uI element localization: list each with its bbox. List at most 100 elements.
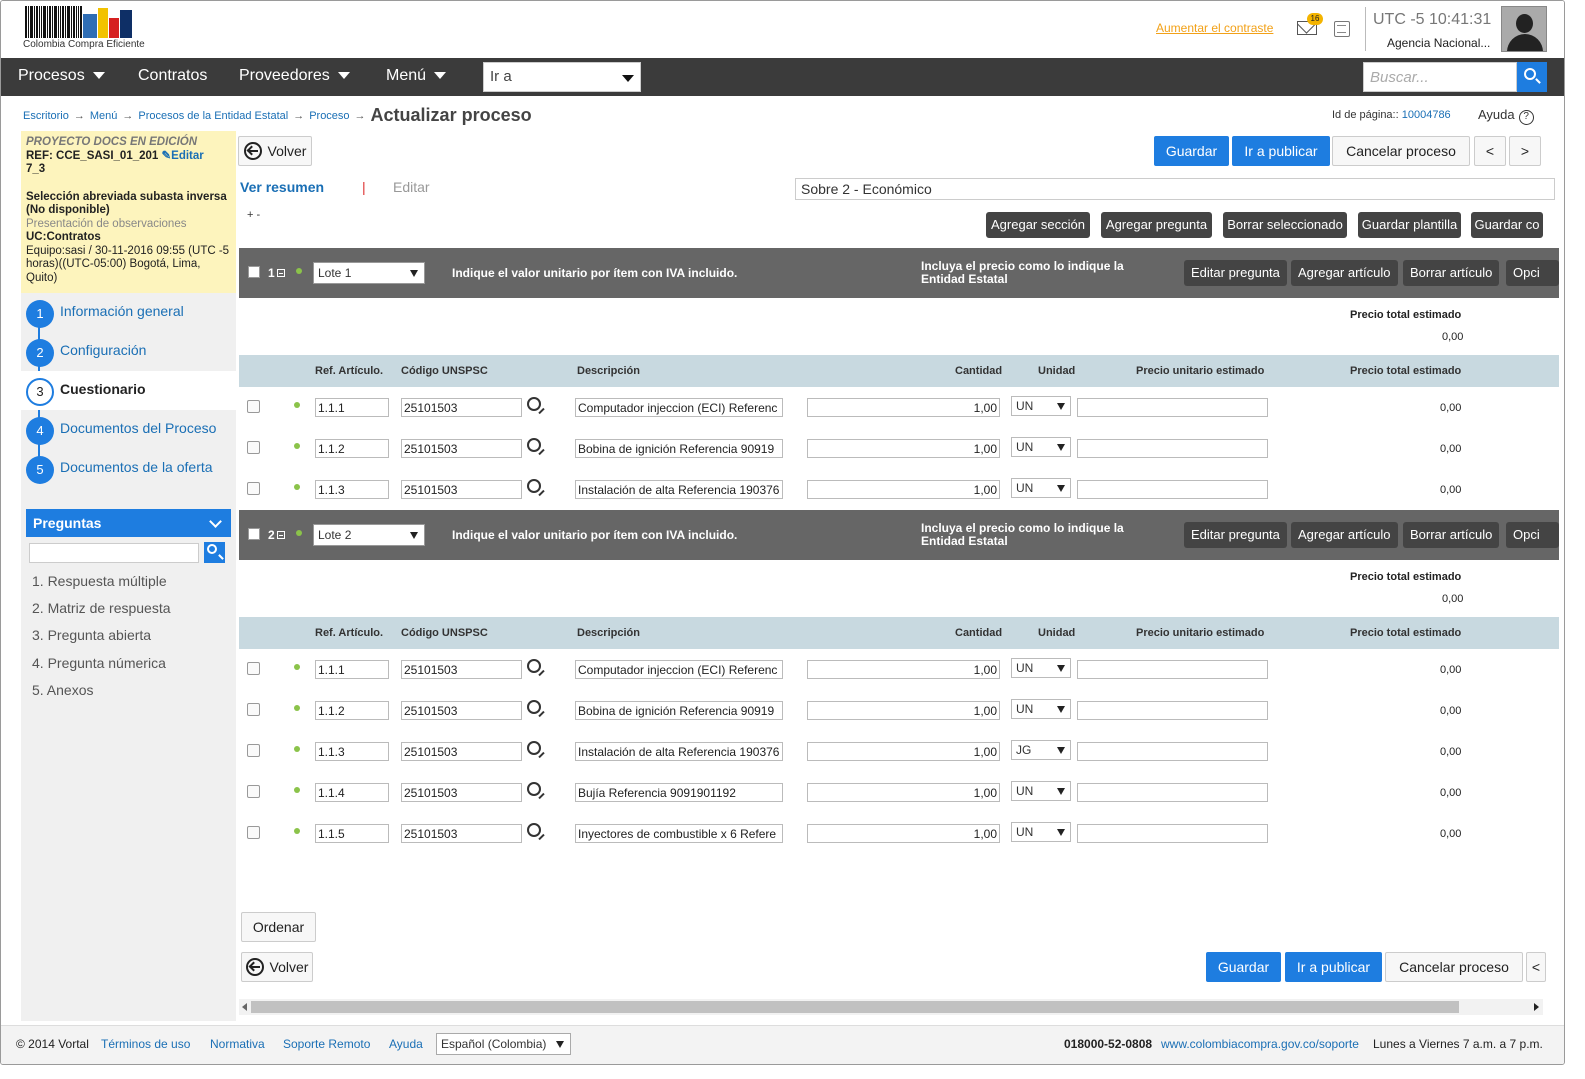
quantity-field[interactable]: 1,00 (807, 783, 1000, 802)
unit-select[interactable]: JG (1011, 740, 1071, 760)
breadcrumb-menu[interactable]: Menú (90, 110, 118, 122)
unit-price-field[interactable] (1077, 660, 1268, 679)
unit-price-field[interactable] (1077, 824, 1268, 843)
unit-price-field[interactable] (1077, 398, 1268, 417)
save-button[interactable]: Guardar (1154, 136, 1229, 166)
support-url-link[interactable]: www.colombiacompra.gov.co/soporte (1161, 1037, 1359, 1051)
lot-number[interactable]: 2 (268, 528, 285, 542)
agency-name[interactable]: Agencia Nacional... (1387, 36, 1490, 50)
tab-edit[interactable]: Editar (393, 179, 430, 195)
edit-question-button[interactable]: Editar pregunta (1184, 522, 1287, 548)
row-checkbox[interactable] (247, 785, 260, 798)
row-checkbox[interactable] (247, 400, 260, 413)
unspsc-code-field[interactable]: 25101503 (401, 742, 522, 761)
description-field[interactable]: Instalación de alta Referencia 190376 (575, 480, 783, 499)
scrollbar-thumb[interactable] (251, 1001, 1459, 1013)
horizontal-scrollbar[interactable] (239, 999, 1543, 1015)
delete-item-button[interactable]: Borrar artículo (1403, 522, 1500, 548)
lot-select[interactable]: Lote 1 (313, 262, 425, 284)
language-select[interactable]: Español (Colombia) (436, 1033, 571, 1055)
questions-search-input[interactable] (29, 543, 199, 563)
goto-select[interactable]: Ir a (483, 62, 641, 92)
lot-checkbox[interactable] (248, 528, 260, 540)
description-field[interactable]: Bobina de ignición Referencia 90919 (575, 439, 783, 458)
unit-select[interactable]: UN (1011, 478, 1071, 498)
scroll-right-icon[interactable] (1534, 1003, 1539, 1011)
unspsc-code-field[interactable]: 25101503 (401, 783, 522, 802)
footer-terms-link[interactable]: Términos de uso (101, 1037, 190, 1051)
quantity-field[interactable]: 1,00 (807, 660, 1000, 679)
search-icon[interactable] (527, 659, 541, 673)
breadcrumb-entity-processes[interactable]: Procesos de la Entidad Estatal (138, 110, 288, 122)
quantity-field[interactable]: 1,00 (807, 742, 1000, 761)
nav-suppliers[interactable]: Proveedores (239, 67, 350, 85)
row-checkbox[interactable] (247, 482, 260, 495)
unit-select[interactable]: UN (1011, 437, 1071, 457)
edit-question-button[interactable]: Editar pregunta (1184, 260, 1287, 286)
envelope-field[interactable]: Sobre 2 - Económico (795, 178, 1555, 200)
cancel-process-button[interactable]: Cancelar proceso (1332, 136, 1470, 166)
page-id-value[interactable]: 10004786 (1402, 109, 1451, 121)
publish-button-bottom[interactable]: Ir a publicar (1285, 952, 1382, 982)
unspsc-code-field[interactable]: 25101503 (401, 480, 522, 499)
search-input[interactable]: Buscar... (1363, 62, 1517, 92)
help-link[interactable]: Ayuda? (1478, 107, 1534, 125)
delete-selected-button[interactable]: Borrar seleccionado (1223, 212, 1347, 238)
ref-field[interactable]: 1.1.3 (315, 480, 389, 499)
description-field[interactable]: Computador injeccion (ECI) Referenc (575, 660, 783, 679)
description-field[interactable]: Inyectores de combustible x 6 Refere (575, 824, 783, 843)
lot-checkbox[interactable] (248, 266, 260, 278)
search-icon[interactable] (527, 741, 541, 755)
user-avatar[interactable] (1501, 6, 1547, 52)
question-type-matrix[interactable]: 2. Matriz de respuesta (32, 600, 171, 616)
quantity-field[interactable]: 1,00 (807, 480, 1000, 499)
description-field[interactable]: Bujía Referencia 9091901192 (575, 783, 783, 802)
unspsc-code-field[interactable]: 25101503 (401, 398, 522, 417)
news-icon[interactable] (1334, 21, 1350, 37)
description-field[interactable]: Bobina de ignición Referencia 90919 (575, 701, 783, 720)
search-icon[interactable] (527, 479, 541, 493)
unspsc-code-field[interactable]: 25101503 (401, 701, 522, 720)
add-item-button[interactable]: Agregar artículo (1291, 260, 1398, 286)
delete-item-button[interactable]: Borrar artículo (1403, 260, 1500, 286)
quantity-field[interactable]: 1,00 (807, 701, 1000, 720)
row-checkbox[interactable] (247, 441, 260, 454)
unit-price-field[interactable] (1077, 439, 1268, 458)
step-general-info[interactable]: 1 Información general (21, 293, 236, 332)
save-as-button[interactable]: Guardar co (1471, 212, 1543, 238)
search-icon[interactable] (527, 438, 541, 452)
next-button[interactable]: > (1509, 136, 1541, 166)
row-checkbox[interactable] (247, 826, 260, 839)
ref-field[interactable]: 1.1.5 (315, 824, 389, 843)
search-icon[interactable] (527, 823, 541, 837)
nav-menu[interactable]: Menú (386, 67, 447, 85)
ref-field[interactable]: 1.1.2 (315, 701, 389, 720)
question-type-open[interactable]: 3. Pregunta abierta (32, 627, 151, 643)
step-configuration[interactable]: 2 Configuración (21, 332, 236, 371)
ref-field[interactable]: 1.1.4 (315, 783, 389, 802)
back-button-bottom[interactable]: Volver (241, 952, 313, 982)
edit-ref-link[interactable]: ✎Editar (162, 150, 204, 162)
lot-number[interactable]: 1 (268, 266, 285, 280)
publish-button[interactable]: Ir a publicar (1232, 136, 1330, 166)
expand-collapse-controls[interactable]: + - (247, 209, 260, 221)
nav-contracts[interactable]: Contratos (138, 67, 207, 85)
cancel-process-button-bottom[interactable]: Cancelar proceso (1385, 952, 1523, 982)
scroll-left-icon[interactable] (242, 1003, 247, 1011)
ref-field[interactable]: 1.1.3 (315, 742, 389, 761)
nav-processes[interactable]: Procesos (18, 67, 105, 85)
step-process-documents[interactable]: 4 Documentos del Proceso (21, 410, 236, 449)
question-type-numeric[interactable]: 4. Pregunta númerica (32, 655, 166, 671)
footer-rules-link[interactable]: Normativa (210, 1037, 265, 1051)
tab-summary[interactable]: Ver resumen (240, 179, 324, 195)
search-icon[interactable] (527, 700, 541, 714)
back-button[interactable]: Volver (238, 136, 312, 166)
search-icon[interactable] (527, 782, 541, 796)
increase-contrast-link[interactable]: Aumentar el contraste (1156, 21, 1273, 35)
prev-button[interactable]: < (1474, 136, 1506, 166)
lot-select[interactable]: Lote 2 (313, 524, 425, 546)
order-button[interactable]: Ordenar (241, 912, 316, 942)
unit-price-field[interactable] (1077, 742, 1268, 761)
add-question-button[interactable]: Agregar pregunta (1101, 212, 1212, 238)
unit-price-field[interactable] (1077, 701, 1268, 720)
